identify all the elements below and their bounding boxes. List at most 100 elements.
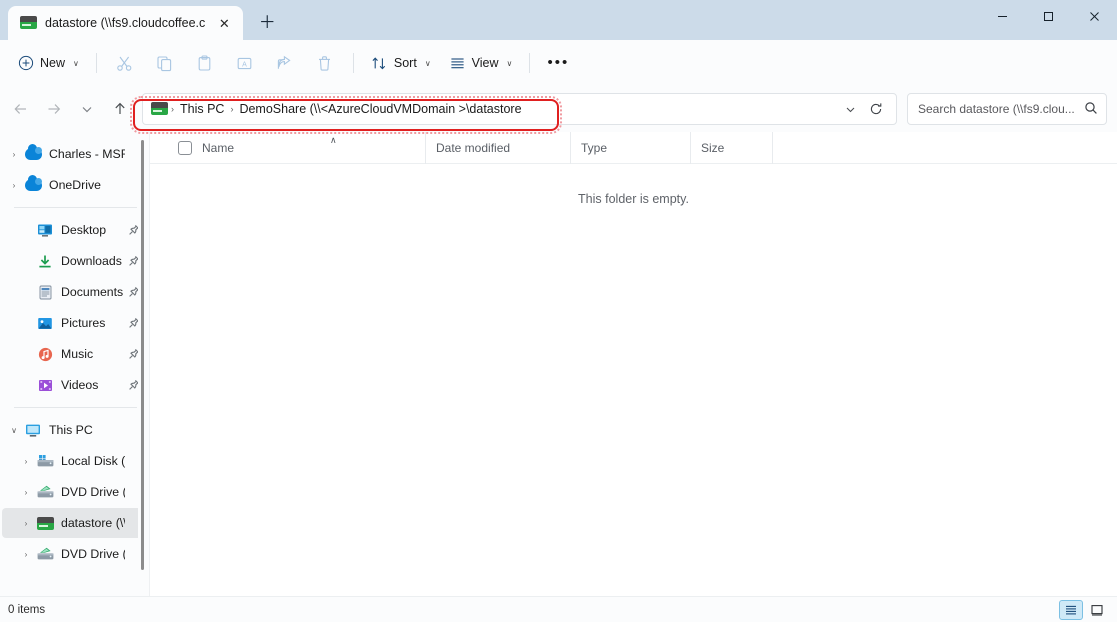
back-button[interactable] <box>4 93 37 125</box>
chevron-right-icon[interactable]: › <box>4 150 24 159</box>
column-header-name[interactable]: Name ∧ <box>178 132 425 164</box>
sidebar-item-label: DVD Drive (D:) <box>61 547 125 561</box>
refresh-icon <box>870 103 882 115</box>
share-button[interactable] <box>266 47 304 79</box>
network-drive-icon <box>20 16 37 30</box>
chevron-down-icon: ∨ <box>506 58 513 68</box>
desktop-icon <box>36 221 54 239</box>
column-header-size[interactable]: Size <box>690 131 772 164</box>
column-header-size-label: Size <box>701 140 725 155</box>
sidebar-item-local-disk-c[interactable]: › Local Disk (C:) <box>2 446 143 476</box>
view-list-icon <box>451 57 464 68</box>
copy-button[interactable] <box>146 47 184 79</box>
column-header-date-modified[interactable]: Date modified <box>425 131 570 164</box>
downloads-icon <box>36 252 54 270</box>
sidebar-item-videos[interactable]: Videos <box>2 370 143 400</box>
cut-button[interactable] <box>106 47 144 79</box>
window-controls <box>979 0 1117 32</box>
close-tab-icon[interactable]: ✕ <box>213 12 235 34</box>
toolbar-divider-2 <box>352 53 354 73</box>
sidebar-scrollbar-thumb[interactable] <box>141 140 144 570</box>
dvd-drive-icon <box>36 483 54 501</box>
search-box[interactable] <box>907 93 1107 125</box>
breadcrumb-item-this-pc[interactable]: This PC <box>175 99 229 119</box>
rename-icon: A <box>238 57 252 69</box>
chevron-right-icon[interactable]: › <box>16 488 36 497</box>
sidebar-item-label: Videos <box>61 378 99 392</box>
search-icon[interactable] <box>1084 101 1098 118</box>
chevron-right-icon[interactable]: › <box>16 457 36 466</box>
sidebar-item-onedrive[interactable]: › OneDrive <box>2 170 143 200</box>
sidebar-item-dvd-drive-d[interactable]: › DVD Drive (D:) <box>2 477 143 507</box>
dvd-drive-icon <box>36 545 54 563</box>
new-button-label: New <box>40 56 66 70</box>
sidebar-item-label: Desktop <box>61 223 107 237</box>
network-drive-icon <box>36 514 54 532</box>
svg-text:A: A <box>242 61 247 68</box>
select-all-checkbox[interactable] <box>178 140 192 155</box>
chevron-right-icon[interactable]: › <box>16 519 36 528</box>
column-headers: Name ∧ Date modified Type Size <box>150 131 1117 164</box>
sidebar-item-music[interactable]: Music <box>2 339 143 369</box>
chevron-right-icon[interactable]: › <box>4 181 24 190</box>
recent-locations-button[interactable] <box>70 93 103 125</box>
large-icons-view-button[interactable] <box>1085 600 1109 620</box>
breadcrumb-wrapper: › This PC › DemoShare (\\<AzureCloudVMDo… <box>142 93 897 125</box>
chevron-right-icon[interactable]: › <box>16 550 36 559</box>
sidebar-item-charles-msft[interactable]: › Charles - MSFT <box>2 139 143 169</box>
sidebar-item-pictures[interactable]: Pictures <box>2 308 143 338</box>
sidebar-item-label: This PC <box>49 423 93 437</box>
sidebar-scrollbar[interactable] <box>138 140 147 592</box>
view-button-label: View <box>471 56 499 70</box>
close-window-button[interactable] <box>1071 0 1117 32</box>
address-bar: › This PC › DemoShare (\\<AzureCloudVMDo… <box>0 86 1117 132</box>
up-button[interactable] <box>103 93 136 125</box>
chevron-down-icon[interactable]: ∨ <box>4 426 24 435</box>
sidebar-item-label: Documents <box>61 285 124 299</box>
details-view-button[interactable] <box>1059 599 1083 620</box>
trash-icon <box>319 55 331 71</box>
rename-button[interactable]: A <box>226 47 264 79</box>
navigation-pane: › Charles - MSFT › OneDrive Desktop Downloads… <box>0 132 150 596</box>
sidebar-item-label: DVD Drive (D:) <box>61 485 125 499</box>
explorer-body: › Charles - MSFT › OneDrive Desktop Downloads… <box>0 131 1117 596</box>
forward-button[interactable] <box>37 93 70 125</box>
sort-button[interactable]: Sort ∨ <box>363 47 439 79</box>
sidebar-item-label: Pictures <box>61 316 106 330</box>
see-more-button[interactable]: ••• <box>539 47 577 79</box>
new-button[interactable]: New ∨ <box>10 47 87 79</box>
sidebar-item-label: Downloads <box>61 254 122 268</box>
sidebar-divider <box>14 407 137 408</box>
chevron-down-icon: ∨ <box>424 58 431 68</box>
toolbar-divider-3 <box>529 53 531 73</box>
maximize-button[interactable] <box>1025 0 1071 32</box>
paste-icon <box>199 54 211 71</box>
sidebar-divider <box>14 207 137 208</box>
status-bar: 0 items <box>0 596 1117 622</box>
column-header-date-modified-label: Date modified <box>436 140 511 155</box>
sidebar-item-documents[interactable]: Documents <box>2 277 143 307</box>
sidebar-item-desktop[interactable]: Desktop <box>2 215 143 245</box>
sidebar-item-downloads[interactable]: Downloads <box>2 246 143 276</box>
sidebar-item-dvd-drive-d[interactable]: › DVD Drive (D:) <box>2 539 143 569</box>
scissors-icon <box>117 56 132 71</box>
column-header-type-label: Type <box>581 140 608 155</box>
search-input[interactable] <box>918 102 1080 116</box>
sidebar-item-datastore-fs[interactable]: › datastore (\\fs <box>2 508 143 538</box>
sidebar-item-this-pc[interactable]: ∨ This PC <box>2 415 143 445</box>
view-button[interactable]: View ∨ <box>441 47 521 79</box>
videos-icon <box>36 376 54 394</box>
sort-button-label: Sort <box>393 56 417 70</box>
refresh-button[interactable] <box>862 95 890 123</box>
onedrive-cloud-icon <box>24 144 42 163</box>
delete-button[interactable] <box>306 47 344 79</box>
breadcrumb-dropdown-icon[interactable] <box>838 97 862 121</box>
breadcrumb[interactable]: › This PC › DemoShare (\\<AzureCloudVMDo… <box>142 93 897 125</box>
tab-datastore[interactable]: datastore (\\fs9.cloudcoffee.c ✕ <box>8 6 244 40</box>
paste-button[interactable] <box>186 47 224 79</box>
pictures-icon <box>36 314 54 332</box>
breadcrumb-item-datastore[interactable]: DemoShare (\\<AzureCloudVMDomain >\datas… <box>234 99 526 119</box>
minimize-button[interactable] <box>979 0 1025 32</box>
new-tab-button[interactable]: ＋ <box>251 6 283 38</box>
column-header-type[interactable]: Type <box>570 131 690 164</box>
